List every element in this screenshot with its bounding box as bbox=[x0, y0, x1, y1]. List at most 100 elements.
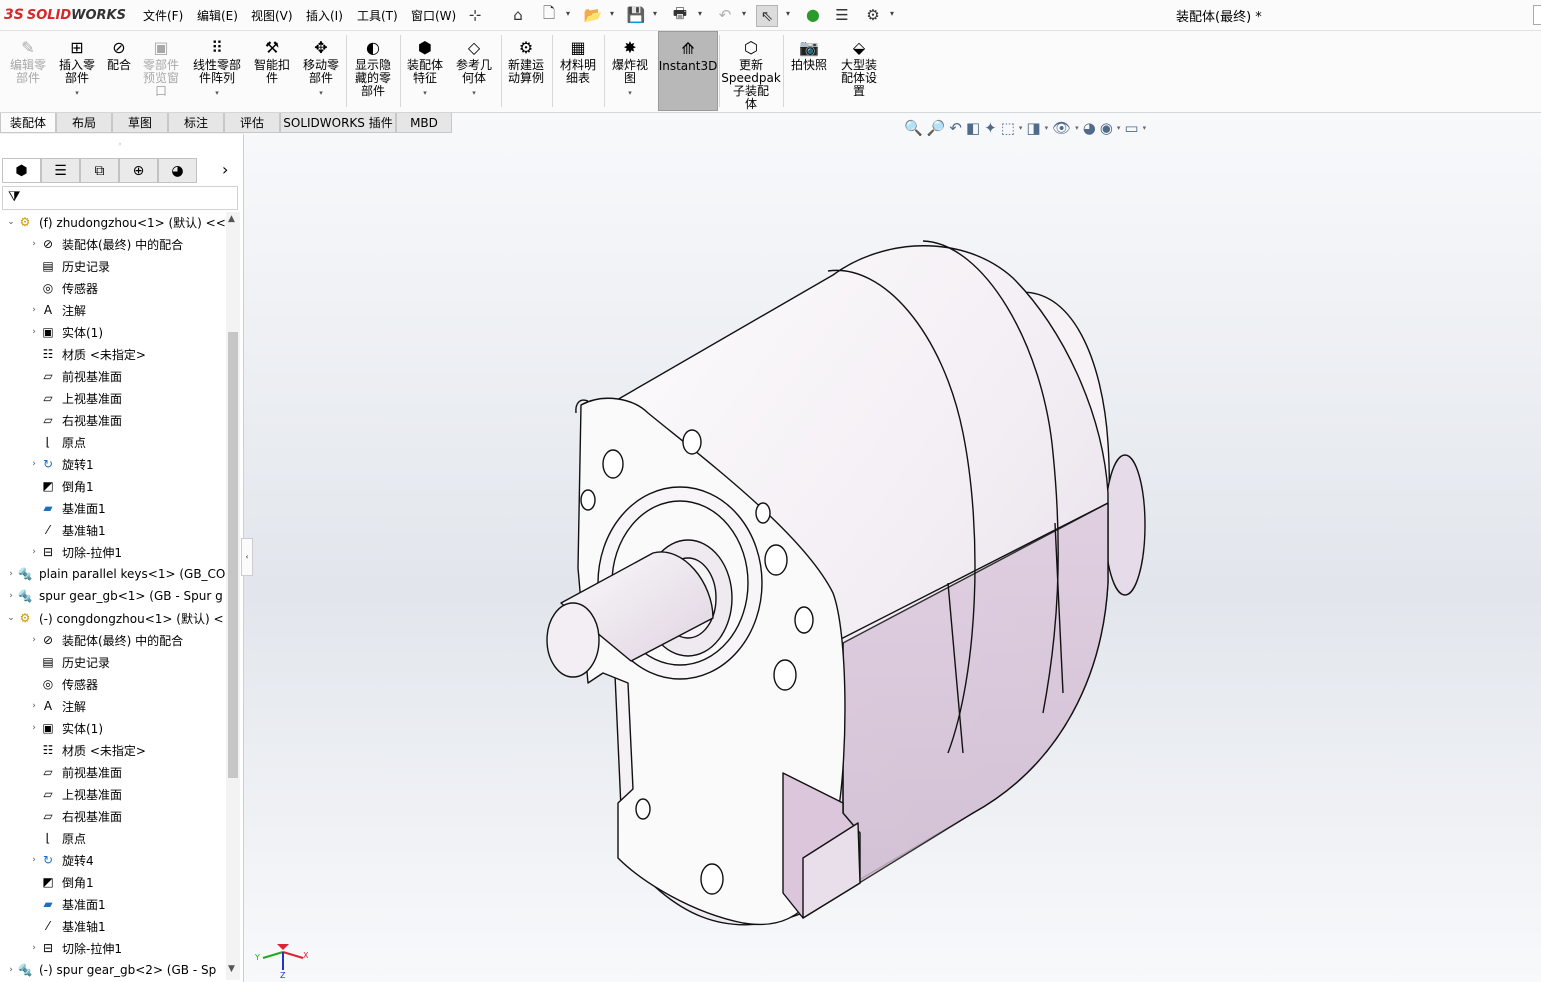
expand-arrow-icon[interactable]: › bbox=[6, 569, 16, 579]
tree-feature-row[interactable]: › ↻ 旋转4 bbox=[0, 849, 257, 871]
filter-icon[interactable]: ⧩ bbox=[8, 189, 21, 205]
expand-arrow-icon[interactable]: › bbox=[29, 723, 39, 733]
expand-arrow-icon[interactable]: › bbox=[29, 855, 39, 865]
scroll-up-icon[interactable]: ▲ bbox=[228, 214, 235, 224]
linear-pattern-button[interactable]: ⠿ 线性零部 件阵列 ▾ bbox=[189, 31, 245, 111]
expand-arrow-icon[interactable]: › bbox=[29, 305, 39, 315]
apply-scene-icon[interactable]: ◉ bbox=[1100, 119, 1113, 137]
reference-geometry-button[interactable]: ◇ 参考几 何体 ▾ bbox=[451, 31, 497, 111]
tree-feature-row[interactable]: ◎ 传感器 bbox=[0, 277, 257, 299]
mate-button[interactable]: ⊘ 配合 bbox=[101, 31, 137, 111]
tab-assembly[interactable]: 装配体 bbox=[0, 113, 56, 133]
tree-feature-row[interactable]: ▰ 基准面1 bbox=[0, 497, 257, 519]
menu-edit[interactable]: 编辑(E) bbox=[197, 7, 238, 24]
tree-feature-row[interactable]: › ⊘ 装配体(最终) 中的配合 bbox=[0, 629, 257, 651]
previous-view-icon[interactable]: ↶ bbox=[949, 119, 962, 137]
tab-layout[interactable]: 布局 bbox=[56, 113, 112, 133]
expand-arrow-icon[interactable]: › bbox=[6, 965, 16, 975]
menu-file[interactable]: 文件(F) bbox=[143, 7, 183, 24]
hide-show-dropdown-icon[interactable]: ▾ bbox=[1075, 124, 1079, 132]
reference-geometry-dropdown-icon[interactable]: ▾ bbox=[472, 87, 476, 100]
update-speedpak-button[interactable]: ⬡ 更新 Speedpak 子装配 体 bbox=[721, 31, 781, 111]
tree-feature-row[interactable]: › ⊘ 装配体(最终) 中的配合 bbox=[0, 233, 257, 255]
tab-solidworks-addins[interactable]: SOLIDWORKS 插件 bbox=[280, 113, 396, 133]
tree-feature-row[interactable]: ☷ 材质 <未指定> bbox=[0, 343, 257, 365]
view-settings-icon[interactable]: ▭ bbox=[1124, 119, 1138, 137]
assembly-features-dropdown-icon[interactable]: ▾ bbox=[423, 87, 427, 100]
tab-sketch[interactable]: 草图 bbox=[112, 113, 168, 133]
menu-window[interactable]: 窗口(W) bbox=[411, 7, 456, 24]
new-document-icon[interactable]: 🗋 bbox=[539, 4, 559, 25]
tree-feature-row[interactable]: ◩ 倒角1 bbox=[0, 475, 257, 497]
pin-icon[interactable]: ⊹ bbox=[465, 5, 485, 25]
select-dropdown-icon[interactable]: ▾ bbox=[786, 9, 790, 18]
expand-arrow-icon[interactable]: › bbox=[29, 239, 39, 249]
undo-icon[interactable]: ↶ bbox=[715, 5, 735, 25]
tree-feature-row[interactable]: ⌊ 原点 bbox=[0, 431, 257, 453]
section-view-icon[interactable]: ◧ bbox=[966, 119, 980, 137]
expand-arrow-icon[interactable]: › bbox=[29, 327, 39, 337]
view-orientation-dropdown-icon[interactable]: ▾ bbox=[1019, 124, 1023, 132]
chevron-right-icon[interactable]: › bbox=[222, 160, 228, 179]
tree-component-row[interactable]: › 🔩 spur gear_gb<1> (GB - Spur g bbox=[0, 585, 234, 607]
expand-arrow-icon[interactable]: ⌄ bbox=[6, 217, 16, 227]
solidworks-logo[interactable]: 3S SOLIDWORKS bbox=[4, 4, 126, 26]
tree-component-row[interactable]: ⌄ ⚙ (f) zhudongzhou<1> (默认) << bbox=[0, 211, 234, 233]
graphics-area[interactable] bbox=[243, 113, 1541, 982]
rebuild-icon[interactable]: ⬤ bbox=[803, 5, 823, 25]
tree-feature-row[interactable]: › A 注解 bbox=[0, 695, 257, 717]
configuration-manager-tab-icon[interactable]: ⧉ bbox=[80, 158, 119, 183]
tree-feature-row[interactable]: ▱ 前视基准面 bbox=[0, 365, 257, 387]
tree-feature-row[interactable]: ⁄ 基准轴1 bbox=[0, 915, 257, 937]
smart-fasteners-button[interactable]: ⚒ 智能扣 件 bbox=[250, 31, 294, 111]
undo-dropdown-icon[interactable]: ▾ bbox=[742, 9, 746, 18]
component-preview-button[interactable]: ▣ 零部件 预览窗 口 bbox=[137, 31, 185, 111]
motion-study-button[interactable]: ⚙ 新建运 动算例 bbox=[503, 31, 549, 111]
expand-arrow-icon[interactable]: › bbox=[29, 635, 39, 645]
tree-feature-row[interactable]: ☷ 材质 <未指定> bbox=[0, 739, 257, 761]
view-orientation-icon[interactable]: ⬚ bbox=[1001, 119, 1015, 137]
insert-component-button[interactable]: ⊞ 插入零 部件 ▾ bbox=[54, 31, 100, 111]
snapshot-button[interactable]: 📷 拍快照 bbox=[786, 31, 832, 111]
expand-arrow-icon[interactable]: › bbox=[29, 547, 39, 557]
tab-markup[interactable]: 标注 bbox=[168, 113, 224, 133]
tree-feature-row[interactable]: ▱ 右视基准面 bbox=[0, 409, 257, 431]
panel-collapse-handle[interactable]: ‹ bbox=[241, 538, 253, 576]
insert-component-dropdown-icon[interactable]: ▾ bbox=[75, 87, 79, 100]
assembly-features-button[interactable]: ⬢ 装配体 特征 ▾ bbox=[402, 31, 448, 111]
menu-view[interactable]: 视图(V) bbox=[251, 7, 293, 24]
tree-feature-row[interactable]: ⁄ 基准轴1 bbox=[0, 519, 257, 541]
view-settings-dropdown-icon[interactable]: ▾ bbox=[1143, 124, 1147, 132]
tree-feature-row[interactable]: ▱ 右视基准面 bbox=[0, 805, 257, 827]
zoom-to-area-icon[interactable]: 🔎 bbox=[927, 119, 946, 137]
tree-feature-row[interactable]: › ▣ 实体(1) bbox=[0, 717, 257, 739]
display-style-icon[interactable]: ◨ bbox=[1026, 119, 1040, 137]
tree-component-row[interactable]: › 🔩 plain parallel keys<1> (GB_CO bbox=[0, 563, 234, 585]
bom-button[interactable]: ▦ 材料明 细表 bbox=[555, 31, 601, 111]
tree-component-row[interactable]: ⌄ ⚙ (-) congdongzhou<1> (默认) < bbox=[0, 607, 234, 629]
home-icon[interactable]: ⌂ bbox=[508, 5, 528, 25]
property-manager-tab-icon[interactable]: ☰ bbox=[41, 158, 80, 183]
tree-scrollbar-thumb[interactable] bbox=[228, 332, 238, 778]
edit-component-button[interactable]: ✎ 编辑零 部件 bbox=[2, 31, 54, 111]
options-dropdown-icon[interactable]: ▾ bbox=[890, 9, 894, 18]
tree-feature-row[interactable]: ▤ 历史记录 bbox=[0, 255, 257, 277]
feature-manager-tab-icon[interactable]: ⬢ bbox=[2, 158, 41, 183]
expand-arrow-icon[interactable]: › bbox=[29, 701, 39, 711]
tree-feature-row[interactable]: › ⊟ 切除-拉伸1 bbox=[0, 937, 257, 959]
tree-feature-row[interactable]: ▱ 前视基准面 bbox=[0, 761, 257, 783]
select-icon[interactable]: ⇖ bbox=[756, 5, 778, 27]
tree-feature-row[interactable]: › A 注解 bbox=[0, 299, 257, 321]
tree-feature-row[interactable]: ◩ 倒角1 bbox=[0, 871, 257, 893]
dimxpert-manager-tab-icon[interactable]: ⊕ bbox=[119, 158, 158, 183]
scroll-down-icon[interactable]: ▼ bbox=[228, 964, 235, 974]
file-properties-icon[interactable]: ☰ bbox=[832, 5, 852, 25]
display-style-dropdown-icon[interactable]: ▾ bbox=[1045, 124, 1049, 132]
save-icon[interactable]: 💾 bbox=[626, 5, 646, 25]
panel-grip-icon[interactable]: ◦ bbox=[0, 140, 240, 152]
open-icon[interactable]: 📂 bbox=[583, 5, 603, 25]
hide-show-items-icon[interactable]: 👁 bbox=[1052, 119, 1071, 137]
show-hidden-button[interactable]: ◐ 显示隐 藏的零 部件 bbox=[349, 31, 397, 111]
gear-pump-model[interactable] bbox=[243, 113, 1541, 982]
print-icon[interactable]: 🖶 bbox=[670, 4, 690, 25]
